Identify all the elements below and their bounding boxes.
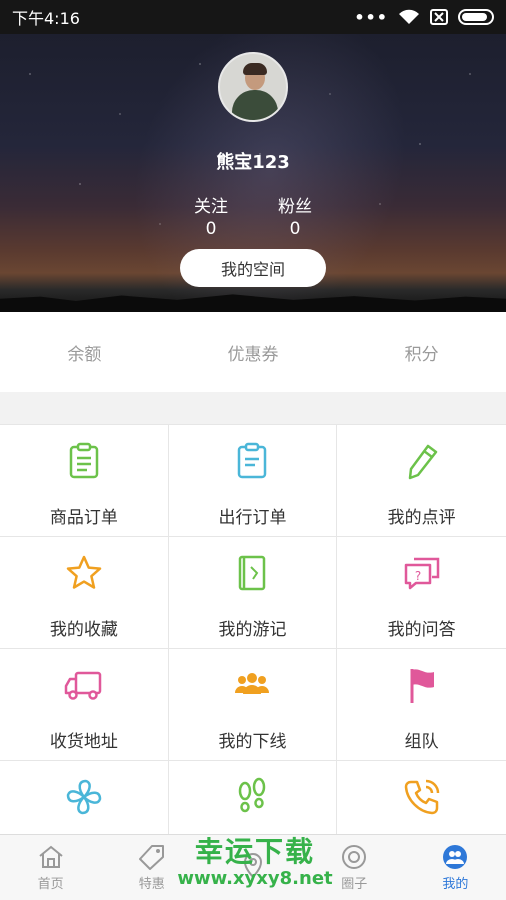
star-icon bbox=[66, 555, 102, 589]
group-icon bbox=[235, 673, 270, 694]
phone-icon bbox=[404, 779, 439, 815]
grid-item-favorites[interactable]: 我的收藏 bbox=[0, 537, 169, 649]
tab-label: 特惠 bbox=[138, 876, 165, 892]
tab-mine[interactable]: 我的 bbox=[405, 835, 506, 900]
grid-item-label: 我的下线 bbox=[218, 732, 287, 752]
home-icon bbox=[38, 845, 63, 868]
bottom-tab-bar: 首页 特惠 圈子 我的 bbox=[0, 834, 506, 900]
fans-label: 粉丝 bbox=[278, 197, 312, 217]
fans-stat[interactable]: 粉丝 0 bbox=[260, 196, 330, 240]
tab-label: 首页 bbox=[37, 876, 64, 892]
fans-count: 0 bbox=[289, 219, 301, 239]
wallet-points[interactable]: 积分 bbox=[337, 312, 506, 392]
grid-item-product-orders[interactable]: 商品订单 bbox=[0, 425, 169, 537]
wallet-row: 余额 优惠券 积分 bbox=[0, 312, 506, 392]
grid-item-label: 收货地址 bbox=[49, 732, 118, 752]
tab-label: 圈子 bbox=[341, 876, 368, 892]
location-icon bbox=[243, 853, 263, 879]
book-icon bbox=[239, 555, 266, 591]
footprints-icon bbox=[239, 777, 266, 813]
grid-item-label: 我的点评 bbox=[387, 508, 456, 528]
grid-item-label: 我的收藏 bbox=[49, 620, 118, 640]
grid-item-my-reviews[interactable]: 我的点评 bbox=[337, 425, 506, 537]
clipboard-icon bbox=[238, 442, 267, 479]
grid-item-travel-orders[interactable]: 出行订单 bbox=[168, 425, 338, 537]
grid-item-label: 出行订单 bbox=[218, 508, 287, 528]
my-space-button[interactable]: 我的空间 bbox=[180, 249, 326, 287]
grid-item-label: 组队 bbox=[404, 732, 439, 752]
grid-item-travel-notes[interactable]: 我的游记 bbox=[168, 537, 338, 649]
grid-item-label: 商品订单 bbox=[49, 508, 118, 528]
grid-item-label: 我的游记 bbox=[218, 620, 287, 640]
status-bar: 下午4:16 ••• bbox=[0, 0, 506, 34]
tab-home[interactable]: 首页 bbox=[0, 835, 101, 900]
truck-icon bbox=[64, 671, 102, 700]
wallet-balance[interactable]: 余额 bbox=[0, 312, 169, 392]
user-group-icon bbox=[443, 844, 468, 869]
status-icons: ••• bbox=[354, 8, 494, 27]
clipboard-icon bbox=[69, 442, 99, 479]
tab-deals[interactable]: 特惠 bbox=[101, 835, 202, 900]
grid-item-qa[interactable]: ? 我的问答 bbox=[337, 537, 506, 649]
avatar[interactable] bbox=[218, 52, 288, 122]
status-time: 下午4:16 bbox=[12, 9, 80, 28]
wallet-coupons[interactable]: 优惠券 bbox=[169, 312, 338, 392]
grid-item-downline[interactable]: 我的下线 bbox=[168, 649, 338, 761]
wifi-icon bbox=[399, 9, 419, 24]
follow-label: 关注 bbox=[194, 197, 228, 217]
grid-item-shipping-address[interactable]: 收货地址 bbox=[0, 649, 169, 761]
tab-label: 我的 bbox=[442, 876, 469, 892]
tab-discover[interactable] bbox=[202, 835, 303, 900]
flag-icon bbox=[410, 669, 434, 703]
pencil-icon bbox=[408, 444, 437, 480]
fan-icon bbox=[66, 779, 102, 815]
grid-item-team[interactable]: 组队 bbox=[337, 649, 506, 761]
tag-icon bbox=[138, 844, 164, 870]
follow-count: 0 bbox=[205, 219, 217, 239]
circle-icon bbox=[342, 844, 367, 869]
grid-item-label: 我的问答 bbox=[387, 620, 456, 640]
question-icon: ? bbox=[404, 557, 439, 590]
more-dots-icon: ••• bbox=[354, 7, 388, 27]
follow-stat[interactable]: 关注 0 bbox=[176, 196, 246, 240]
battery-icon bbox=[458, 9, 494, 25]
svg-text:?: ? bbox=[414, 569, 420, 583]
username: 熊宝123 bbox=[216, 152, 290, 173]
feature-grid: 商品订单 出行订单 我的点评 我的收藏 我的游记 ? 我的问答 收货地址 我的下… bbox=[0, 424, 506, 873]
tab-circle[interactable]: 圈子 bbox=[304, 835, 405, 900]
sim-x-icon bbox=[430, 9, 448, 25]
profile-header: 熊宝123 关注 0 粉丝 0 我的空间 bbox=[0, 34, 506, 312]
